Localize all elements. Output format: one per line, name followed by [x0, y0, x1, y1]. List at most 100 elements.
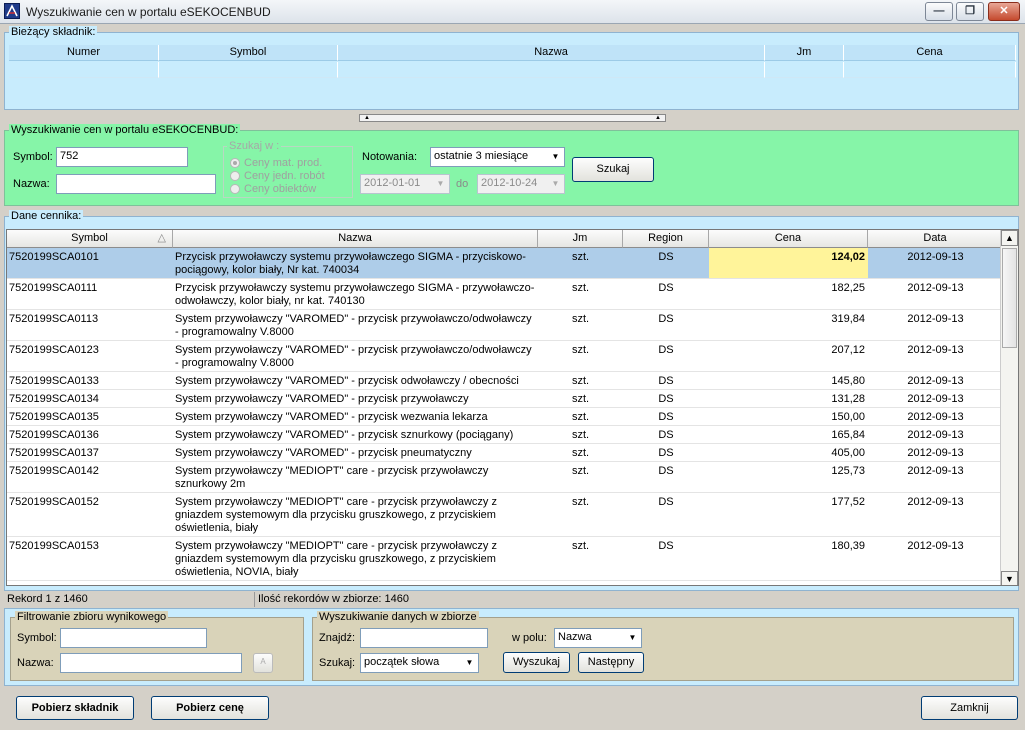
cell-jm[interactable]: szt. — [538, 248, 623, 278]
cell-symbol[interactable]: 7520199SCA0152 — [7, 493, 173, 536]
cell-data[interactable]: 2012-09-13 — [868, 444, 1003, 461]
cell-cena[interactable]: 165,84 — [709, 426, 868, 443]
cell-nazwa[interactable]: Przycisk przywoławczy systemu przywoławc… — [173, 248, 538, 278]
scroll-up-icon[interactable]: ▲ — [1001, 230, 1018, 246]
table-row[interactable]: 7520199SCA0111 Przycisk przywoławczy syst… — [7, 279, 1003, 310]
cell-cena[interactable]: 177,52 — [709, 493, 868, 536]
cell-symbol[interactable]: 7520199SCA0134 — [7, 390, 173, 407]
pobierz-cene-button[interactable]: Pobierz cenę — [151, 696, 269, 720]
table-row-partial[interactable] — [7, 581, 1003, 585]
cell-cena[interactable]: 405,00 — [709, 444, 868, 461]
cell-symbol[interactable]: 7520199SCA0135 — [7, 408, 173, 425]
header-jm[interactable]: Jm — [538, 230, 623, 248]
cell-nazwa[interactable]: System przywoławczy "MEDIOPT" care - prz… — [173, 493, 538, 536]
cell-symbol[interactable]: 7520199SCA0111 — [7, 279, 173, 309]
w-polu-select[interactable]: Nazwa ▼ — [554, 628, 642, 648]
cell-data[interactable]: 2012-09-13 — [868, 408, 1003, 425]
wyszukaj-button[interactable]: Wyszukaj — [503, 652, 570, 673]
cell-symbol[interactable]: 7520199SCA0136 — [7, 426, 173, 443]
cell-data[interactable]: 2012-09-13 — [868, 537, 1003, 580]
cell-region[interactable]: DS — [623, 537, 709, 580]
cell-jm[interactable]: szt. — [538, 341, 623, 371]
znajdz-input[interactable] — [360, 628, 488, 648]
cell-nazwa[interactable]: System przywoławczy "VAROMED" - przycisk… — [173, 444, 538, 461]
nastepny-button[interactable]: Następny — [578, 652, 644, 673]
symbol-input[interactable]: 752 — [56, 147, 188, 167]
current-nazwa-cell[interactable] — [338, 62, 765, 78]
table-row[interactable]: 7520199SCA0142 System przywoławczy "MEDIO… — [7, 462, 1003, 493]
cell-region[interactable]: DS — [623, 408, 709, 425]
table-row[interactable]: 7520199SCA0101 Przycisk przywoławczy syst… — [7, 248, 1003, 279]
cell-cena[interactable]: 150,00 — [709, 408, 868, 425]
minimize-icon[interactable]: — — [925, 2, 953, 21]
cell-data[interactable]: 2012-09-13 — [868, 310, 1003, 340]
cell-jm[interactable]: szt. — [538, 444, 623, 461]
cell-symbol[interactable]: 7520199SCA0101 — [7, 248, 173, 278]
cell-jm[interactable]: szt. — [538, 372, 623, 389]
cell-symbol[interactable]: 7520199SCA0133 — [7, 372, 173, 389]
cell-jm[interactable]: szt. — [538, 493, 623, 536]
cell-nazwa[interactable]: Przycisk przywoławczy systemu przywoławc… — [173, 279, 538, 309]
cell-data[interactable]: 2012-09-13 — [868, 462, 1003, 492]
table-row[interactable]: 7520199SCA0136 System przywoławczy "VAROM… — [7, 426, 1003, 444]
cell-region[interactable]: DS — [623, 310, 709, 340]
cell-region[interactable]: DS — [623, 279, 709, 309]
cell-cena[interactable]: 180,39 — [709, 537, 868, 580]
filter-nazwa-input[interactable] — [60, 653, 242, 673]
cell-nazwa[interactable]: System przywoławczy "VAROMED" - przycisk… — [173, 341, 538, 371]
restore-icon[interactable]: ❐ — [956, 2, 984, 21]
cell-nazwa[interactable]: System przywoławczy "VAROMED" - przycisk… — [173, 408, 538, 425]
cell-symbol[interactable]: 7520199SCA0113 — [7, 310, 173, 340]
szukaj-select[interactable]: początek słowa ▼ — [360, 653, 479, 673]
cell-data[interactable]: 2012-09-13 — [868, 493, 1003, 536]
cell-cena[interactable]: 207,12 — [709, 341, 868, 371]
cell-cena[interactable]: 131,28 — [709, 390, 868, 407]
header-data[interactable]: Data — [868, 230, 1003, 248]
cell-jm[interactable]: szt. — [538, 310, 623, 340]
zamknij-button[interactable]: Zamknij — [921, 696, 1018, 720]
cell-nazwa[interactable]: System przywoławczy "VAROMED" - przycisk… — [173, 426, 538, 443]
cell-data[interactable]: 2012-09-13 — [868, 341, 1003, 371]
table-row[interactable]: 7520199SCA0133 System przywoławczy "VAROM… — [7, 372, 1003, 390]
cell-region[interactable]: DS — [623, 462, 709, 492]
cell-region[interactable]: DS — [623, 444, 709, 461]
current-symbol-cell[interactable] — [159, 62, 338, 78]
cell-data[interactable]: 2012-09-13 — [868, 372, 1003, 389]
cell-region[interactable]: DS — [623, 341, 709, 371]
header-symbol[interactable]: Symbol △ — [7, 230, 173, 248]
cell-region[interactable]: DS — [623, 248, 709, 278]
cell-jm[interactable]: szt. — [538, 390, 623, 407]
table-row[interactable]: 7520199SCA0123 System przywoławczy "VAROM… — [7, 341, 1003, 372]
radio-ceny-mat[interactable] — [230, 158, 240, 168]
table-row[interactable]: 7520199SCA0137 System przywoławczy "VAROM… — [7, 444, 1003, 462]
cell-data[interactable]: 2012-09-13 — [868, 390, 1003, 407]
cell-cena[interactable]: 125,73 — [709, 462, 868, 492]
cell-nazwa[interactable]: System przywoławczy "MEDIOPT" care - prz… — [173, 537, 538, 580]
cell-nazwa[interactable]: System przywoławczy "VAROMED" - przycisk… — [173, 310, 538, 340]
cell-cena[interactable]: 319,84 — [709, 310, 868, 340]
cell-nazwa[interactable]: System przywoławczy "MEDIOPT" care - prz… — [173, 462, 538, 492]
current-jm-cell[interactable] — [765, 62, 844, 78]
cell-jm[interactable]: szt. — [538, 462, 623, 492]
splitter-handle[interactable]: ▲ ▲ — [359, 114, 666, 122]
filter-clear-icon[interactable]: A — [253, 653, 273, 673]
cell-cena[interactable]: 182,25 — [709, 279, 868, 309]
cell-jm[interactable]: szt. — [538, 279, 623, 309]
pobierz-skladnik-button[interactable]: Pobierz składnik — [16, 696, 134, 720]
date-to-picker[interactable]: 2012-10-24 ▼ — [477, 174, 565, 194]
cell-symbol[interactable]: 7520199SCA0153 — [7, 537, 173, 580]
current-numer-cell[interactable] — [9, 62, 159, 78]
table-row[interactable]: 7520199SCA0113 System przywoławczy "VAROM… — [7, 310, 1003, 341]
filter-symbol-input[interactable] — [60, 628, 207, 648]
close-icon[interactable]: ✕ — [988, 2, 1020, 21]
cell-data[interactable]: 2012-09-13 — [868, 426, 1003, 443]
cell-cena[interactable]: 145,80 — [709, 372, 868, 389]
cell-symbol[interactable]: 7520199SCA0137 — [7, 444, 173, 461]
cell-jm[interactable]: szt. — [538, 408, 623, 425]
cell-jm[interactable]: szt. — [538, 426, 623, 443]
header-region[interactable]: Region — [623, 230, 709, 248]
cell-nazwa[interactable]: System przywoławczy "VAROMED" - przycisk… — [173, 372, 538, 389]
vertical-scrollbar[interactable]: ▲ ▼ — [1000, 230, 1018, 585]
cell-jm[interactable]: szt. — [538, 537, 623, 580]
scroll-down-icon[interactable]: ▼ — [1001, 571, 1018, 585]
